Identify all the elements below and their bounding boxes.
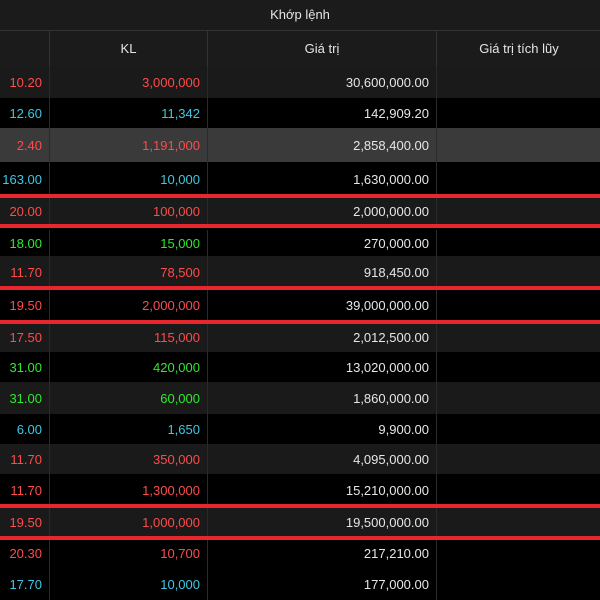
volume-cell: 11,342 — [49, 98, 206, 128]
price-cell: 17.50 — [9, 329, 42, 345]
table-row[interactable]: 20.30 10,700217,210.0021 — [0, 538, 600, 568]
accumulated-value-cell: 15,21 — [436, 474, 600, 506]
price-cell: 10.20 — [9, 74, 42, 90]
volume-cell: 60,000 — [49, 382, 206, 414]
value-cell: 270,000.00 — [207, 230, 435, 256]
table-row[interactable]: 11.70 78,500918,450.0020,22 — [0, 256, 600, 288]
table-row[interactable]: 11.70 1,300,00015,210,000.0015,21 — [0, 474, 600, 506]
table-row[interactable]: 17.70 10,000177,000.0017 — [0, 568, 600, 600]
table-row[interactable]: 19.50 1,000,00019,500,000.0019,50 — [0, 506, 600, 538]
volume-cell: 10,700 — [49, 538, 206, 568]
column-header-value[interactable]: Giá trị — [207, 31, 436, 66]
price-cell: 31.00 — [9, 359, 42, 375]
volume-cell: 1,300,000 — [49, 474, 206, 506]
accumulated-value-cell: 14 — [436, 98, 600, 128]
value-cell: 918,450.00 — [207, 256, 435, 288]
price-cell: 2.40 — [16, 137, 42, 153]
value-cell: 13,020,000.00 — [207, 352, 435, 382]
price-cell: 6.00 — [16, 421, 42, 437]
accumulated-value-cell: 14,88 — [436, 352, 600, 382]
volume-cell: 420,000 — [49, 352, 206, 382]
highlight-line — [0, 504, 600, 508]
table-row[interactable]: 20.00 100,0002,000,000.0060,50 — [0, 196, 600, 226]
volume-cell: 10,000 — [49, 162, 206, 196]
price-cell: 20.30 — [9, 545, 42, 561]
price-cell: 17.70 — [9, 576, 42, 592]
volume-cell: 1,650 — [49, 414, 206, 444]
value-cell: 217,210.00 — [207, 538, 435, 568]
value-cell: 15,210,000.00 — [207, 474, 435, 506]
volume-cell: 115,000 — [49, 322, 206, 352]
table-row[interactable]: 31.00 60,0001,860,000.001,86 — [0, 382, 600, 414]
value-cell: 1,860,000.00 — [207, 382, 435, 414]
column-header-row: KL Giá trị Giá trị tích lũy — [0, 31, 600, 66]
value-cell: 39,000,000.00 — [207, 288, 435, 322]
price-cell: 18.00 — [9, 235, 42, 251]
price-cell: 11.70 — [10, 264, 42, 280]
volume-cell: 78,500 — [49, 256, 206, 288]
value-cell: 1,630,000.00 — [207, 162, 435, 196]
price-cell: 11.70 — [10, 451, 42, 467]
accumulated-value-cell: 60,50 — [436, 196, 600, 226]
value-cell: 2,858,400.00 — [207, 128, 435, 162]
highlight-line — [0, 320, 600, 324]
volume-cell: 15,000 — [49, 230, 206, 256]
value-cell: 4,095,000.00 — [207, 444, 435, 474]
highlight-line — [0, 286, 600, 290]
table-row[interactable]: 2.40 1,191,0002,858,400.002,85 — [0, 128, 600, 162]
highlight-line — [0, 194, 600, 198]
highlight-line — [0, 536, 600, 540]
table-row[interactable]: 6.00 1,650 9,900.00 — [0, 414, 600, 444]
accumulated-value-cell: 21 — [436, 538, 600, 568]
price-cell: 11.70 — [10, 482, 42, 498]
accumulated-value-cell: 27 — [436, 230, 600, 256]
accumulated-value-cell: 2,01 — [436, 322, 600, 352]
table-row[interactable]: 12.60 11,342142,909.2014 — [0, 98, 600, 128]
accumulated-value-cell: 20,22 — [436, 256, 600, 288]
table-row[interactable]: 18.00 15,000270,000.0027 — [0, 230, 600, 256]
value-cell: 177,000.00 — [207, 568, 435, 600]
table-row[interactable]: 11.70 350,0004,095,000.0019,30 — [0, 444, 600, 474]
price-cell: 163.00 — [2, 171, 42, 187]
column-header-accumulated[interactable]: Giá trị tích lũy — [436, 31, 600, 66]
accumulated-value-cell: 19,30 — [436, 444, 600, 474]
volume-cell: 2,000,000 — [49, 288, 206, 322]
price-cell: 19.50 — [9, 514, 42, 530]
value-cell: 19,500,000.00 — [207, 506, 435, 538]
volume-cell: 10,000 — [49, 568, 206, 600]
value-cell: 142,909.20 — [207, 98, 435, 128]
volume-cell: 350,000 — [49, 444, 206, 474]
price-cell: 12.60 — [9, 105, 42, 121]
value-cell: 2,012,500.00 — [207, 322, 435, 352]
column-header-kl[interactable]: KL — [49, 31, 207, 66]
accumulated-value-cell: 19,50 — [436, 506, 600, 538]
accumulated-value-cell: 30,60 — [436, 66, 600, 98]
table-row[interactable]: 31.00 420,00013,020,000.0014,88 — [0, 352, 600, 382]
highlight-line — [0, 224, 600, 228]
value-cell: 2,000,000.00 — [207, 196, 435, 226]
table-row[interactable]: 163.00 10,0001,630,000.001,63 — [0, 162, 600, 196]
table-row[interactable]: 19.50 2,000,00039,000,000.0058,50 — [0, 288, 600, 322]
accumulated-value-cell: 1,86 — [436, 382, 600, 414]
value-cell: 9,900.00 — [207, 414, 435, 444]
volume-cell: 100,000 — [49, 196, 206, 226]
accumulated-value-cell: 17 — [436, 568, 600, 600]
accumulated-value-cell — [436, 414, 600, 444]
accumulated-value-cell: 2,85 — [436, 128, 600, 162]
column-header-price — [0, 31, 48, 66]
table-row[interactable]: 10.20 3,000,00030,600,000.0030,60 — [0, 66, 600, 98]
table-title: Khớp lệnh — [0, 0, 600, 31]
value-cell: 30,600,000.00 — [207, 66, 435, 98]
volume-cell: 3,000,000 — [49, 66, 206, 98]
table-row[interactable]: 17.50 115,0002,012,500.002,01 — [0, 322, 600, 352]
price-cell: 19.50 — [9, 297, 42, 313]
accumulated-value-cell: 58,50 — [436, 288, 600, 322]
volume-cell: 1,191,000 — [49, 128, 206, 162]
price-cell: 31.00 — [9, 390, 42, 406]
accumulated-value-cell: 1,63 — [436, 162, 600, 196]
price-cell: 20.00 — [9, 203, 42, 219]
volume-cell: 1,000,000 — [49, 506, 206, 538]
